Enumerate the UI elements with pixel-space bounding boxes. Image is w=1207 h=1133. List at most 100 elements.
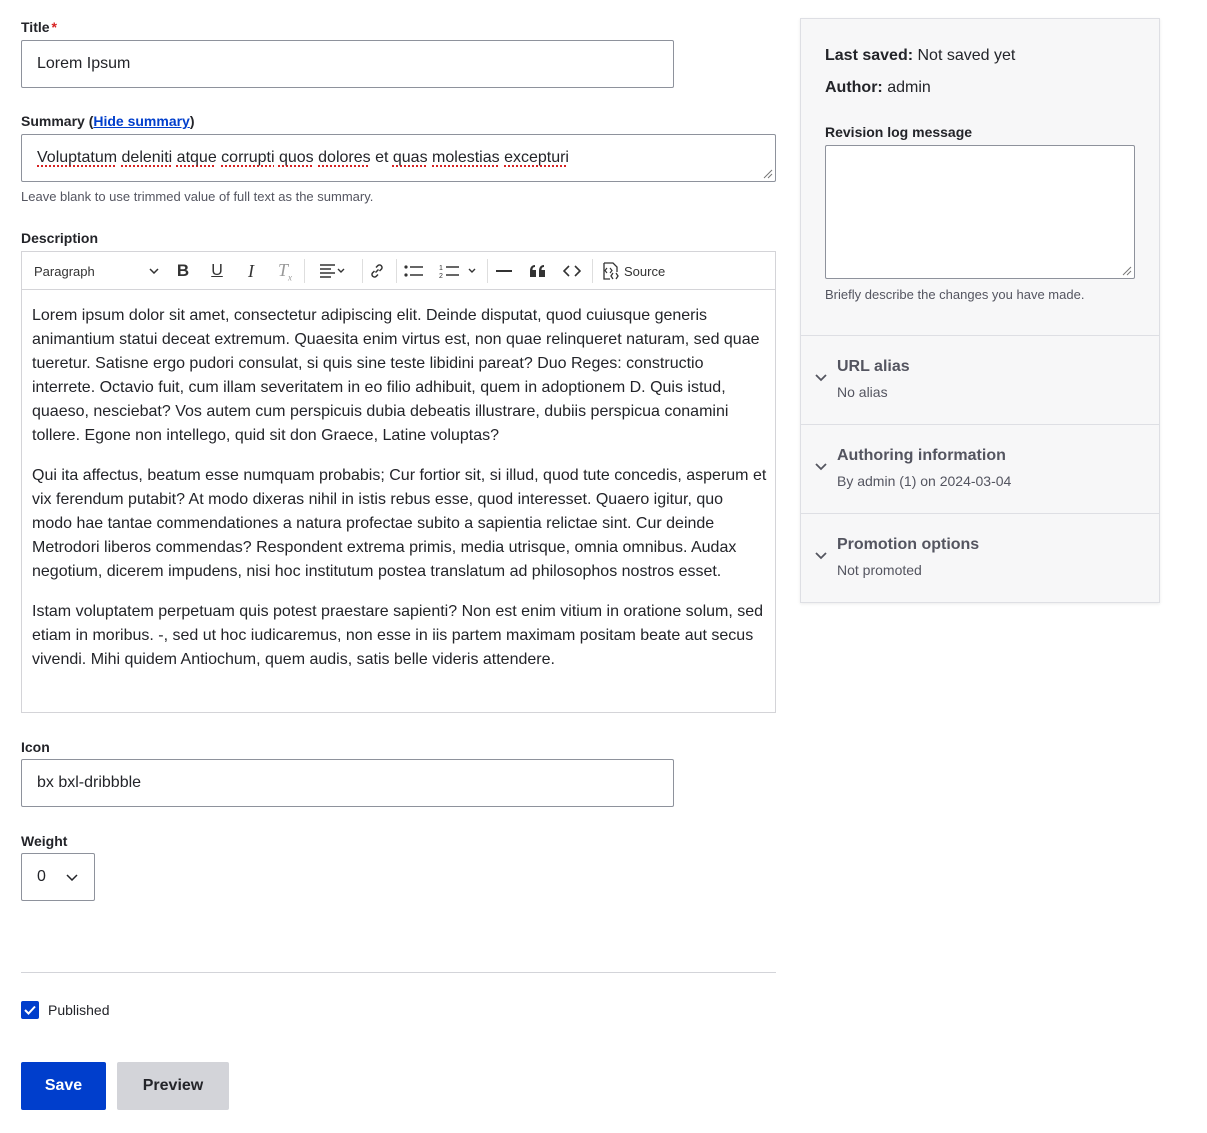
svg-text:1: 1: [439, 265, 443, 272]
bulleted-list-button[interactable]: [402, 260, 426, 282]
icon-input-value: bx bxl-dribbble: [37, 774, 142, 791]
accordion-url-alias[interactable]: URL alias No alias: [801, 335, 1159, 424]
title-label-text: Title: [21, 19, 50, 35]
published-checkbox[interactable]: [21, 1001, 39, 1019]
source-icon: [603, 262, 619, 280]
title-label: Title *: [21, 19, 57, 35]
align-icon: [320, 264, 345, 278]
summary-label-text: Summary (: [21, 113, 94, 129]
source-label: Source: [624, 263, 666, 279]
revision-log-help: Briefly describe the changes you have ma…: [825, 287, 1085, 302]
italic-icon: I: [248, 260, 254, 281]
svg-text:2: 2: [439, 273, 443, 279]
rich-text-editor: Paragraph B U I Tx 12 Source Lorem ipsum…: [21, 251, 776, 713]
accordion-authoring-information[interactable]: Authoring information By admin (1) on 20…: [801, 424, 1159, 513]
underline-icon: U: [211, 262, 223, 279]
summary-word: atque: [176, 149, 217, 166]
summary-word: molestias: [432, 149, 500, 166]
weight-select-value: 0: [37, 868, 46, 885]
resize-handle-icon[interactable]: [1120, 264, 1132, 276]
summary-label-close: ): [189, 113, 195, 129]
author-info: Author: admin: [825, 79, 931, 97]
chevron-down-icon: [66, 873, 78, 881]
toolbar-separator: [592, 259, 593, 283]
preview-button[interactable]: Preview: [117, 1062, 229, 1110]
summary-word: quas: [392, 149, 428, 166]
revision-log-textarea[interactable]: [825, 145, 1135, 279]
last-saved-value: Not saved yet: [917, 47, 1016, 64]
accordion-summary: By admin (1) on 2024-03-04: [837, 473, 1012, 489]
bulleted-list-icon: [404, 265, 423, 277]
last-saved-label: Last saved:: [825, 47, 914, 64]
meta-sidebar: Last saved: Not saved yet Author: admin …: [800, 18, 1160, 603]
numbered-list-button[interactable]: 12: [438, 260, 480, 282]
paragraph-format-select[interactable]: Paragraph: [34, 260, 159, 282]
weight-select[interactable]: 0: [21, 853, 95, 901]
horizontal-line-button[interactable]: [493, 260, 515, 282]
summary-word: et: [375, 149, 389, 166]
summary-textarea-value: Voluptatum deleniti atque corrupti quos …: [37, 149, 569, 167]
remove-format-button[interactable]: Tx: [274, 259, 296, 283]
editor-paragraph: Lorem ipsum dolor sit amet, consectetur …: [32, 307, 760, 444]
accordion-promotion-options[interactable]: Promotion options Not promoted: [801, 513, 1159, 602]
accordion-title: Authoring information: [837, 447, 1006, 464]
numbered-list-icon: 12: [439, 265, 476, 279]
summary-word: dolores: [318, 149, 371, 166]
bold-button[interactable]: B: [172, 260, 194, 282]
accordion-title: URL alias: [837, 358, 910, 375]
title-input-value: Lorem Ipsum: [37, 55, 131, 72]
weight-label: Weight: [21, 833, 68, 849]
published-label[interactable]: Published: [48, 1002, 110, 1018]
accordion-title: Promotion options: [837, 536, 980, 553]
remove-format-icon: Tx: [277, 259, 292, 283]
link-icon: [371, 264, 383, 278]
editor-paragraph: Qui ita affectus, beatum esse numquam pr…: [32, 467, 767, 580]
author-value: admin: [887, 79, 931, 96]
editor-content[interactable]: Lorem ipsum dolor sit amet, consectetur …: [32, 304, 767, 688]
resize-handle-icon[interactable]: [761, 167, 773, 179]
description-label: Description: [21, 230, 99, 246]
summary-word: corrupti: [221, 149, 275, 166]
code-block-button[interactable]: [561, 260, 583, 282]
italic-button[interactable]: I: [240, 260, 262, 282]
summary-word: excepturi: [504, 149, 569, 166]
form-divider: [21, 972, 776, 973]
alignment-button[interactable]: [313, 260, 351, 282]
icon-label: Icon: [21, 739, 50, 755]
toolbar-separator: [362, 259, 363, 283]
accordion-summary: Not promoted: [837, 562, 922, 578]
bold-icon: B: [176, 261, 190, 280]
summary-word: quos: [278, 149, 314, 166]
editor-paragraph: Istam voluptatem perpetuam quis potest p…: [32, 603, 764, 668]
summary-word: deleniti: [121, 149, 173, 166]
last-saved: Last saved: Not saved yet: [825, 47, 1015, 65]
title-input[interactable]: Lorem Ipsum: [21, 40, 674, 88]
summary-help: Leave blank to use trimmed value of full…: [21, 189, 374, 204]
revision-log-label: Revision log message: [825, 124, 973, 140]
source-button[interactable]: Source: [600, 260, 670, 282]
checkmark-icon: [24, 1005, 36, 1015]
summary-word: Voluptatum: [37, 149, 118, 166]
toolbar-separator: [304, 259, 305, 283]
blockquote-button[interactable]: [527, 260, 549, 282]
horizontal-line-icon: [496, 270, 512, 272]
editor-toolbar: Paragraph B U I Tx 12 Source: [22, 252, 775, 290]
toolbar-separator: [396, 259, 397, 283]
chevron-down-icon: [815, 374, 827, 382]
toolbar-separator: [487, 259, 488, 283]
hide-summary-link[interactable]: Hide summary: [93, 113, 189, 129]
code-block-icon: [563, 265, 581, 277]
required-mark: *: [51, 19, 57, 35]
author-label: Author:: [825, 79, 883, 96]
save-button[interactable]: Save: [21, 1062, 106, 1110]
summary-textarea[interactable]: Voluptatum deleniti atque corrupti quos …: [21, 134, 776, 182]
underline-button[interactable]: U: [206, 260, 228, 282]
chevron-down-icon: [149, 268, 159, 274]
summary-label: Summary (Hide summary): [21, 113, 195, 129]
accordion-summary: No alias: [837, 384, 888, 400]
link-button[interactable]: [366, 260, 388, 282]
icon-input[interactable]: bx bxl-dribbble: [21, 759, 674, 807]
chevron-down-icon: [815, 463, 827, 471]
chevron-down-icon: [815, 552, 827, 560]
blockquote-icon: [530, 265, 545, 277]
